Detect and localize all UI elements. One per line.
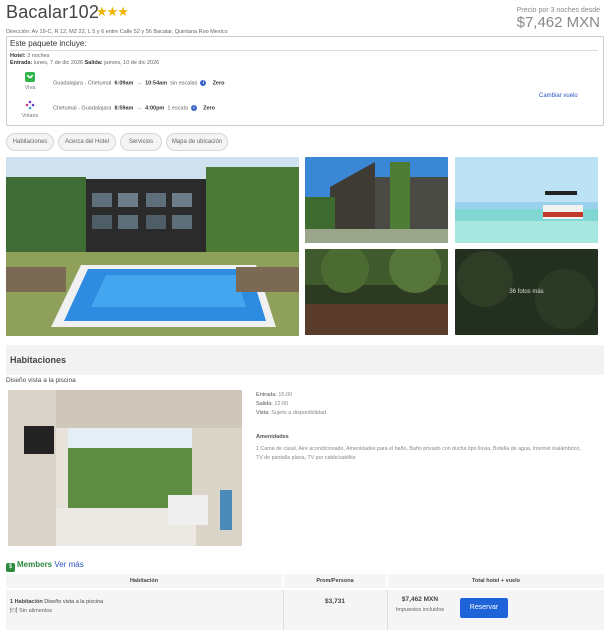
checkout-time: 12:00 xyxy=(274,401,289,407)
view-label: Vista: xyxy=(256,410,270,416)
viva-logo-icon xyxy=(25,72,35,82)
checkout-label: Salida: xyxy=(84,60,103,66)
flight-return: Chetumal - Guadalajara 8:59am → 4:00pm 1… xyxy=(53,105,215,111)
price-caption: Precio por 3 noches desde xyxy=(516,7,600,14)
photo-building[interactable] xyxy=(305,157,448,243)
building-photo xyxy=(305,157,448,243)
checkin-date: lunes, 7 de dic 2026 xyxy=(33,60,84,66)
fare-type: Zero xyxy=(203,105,215,112)
checkin-label: Entrada: xyxy=(256,392,277,398)
photo-garden[interactable] xyxy=(305,249,448,335)
room-photo-image xyxy=(8,390,242,546)
flight-stops: sin escalas xyxy=(170,80,198,87)
tab-mapa-de-ubicacion[interactable]: Mapa de ubicación xyxy=(166,133,228,151)
star-rating: ★★★ xyxy=(96,4,129,19)
price-from: $7,462 MXN xyxy=(516,14,600,31)
airline-volaris: Volaris xyxy=(17,99,43,119)
price-per-person: $3,731 xyxy=(325,598,345,605)
more-photos-label: 36 fotos más xyxy=(509,289,544,295)
flight-outbound: Guadalajara - Chetumal 6:09am → 10:54am … xyxy=(53,80,224,86)
divider xyxy=(10,50,598,51)
room-view-line: Vista: Sujeto a disponibilidad xyxy=(256,410,326,416)
tab-acerca-del-hotel[interactable]: Acerca del Hotel xyxy=(58,133,116,151)
checkin-label: Entrada: xyxy=(10,60,33,66)
checkin-time: 15:00 xyxy=(278,392,293,398)
members-label: Members xyxy=(17,560,53,569)
flight-arrive: 4:00pm xyxy=(145,105,165,112)
flight-route: Guadalajara - Chetumal xyxy=(53,80,112,87)
flight-arrow: → xyxy=(136,105,143,112)
package-summary: Este paquete incluye: Hotel: 3 noches En… xyxy=(6,36,604,126)
reserve-button[interactable]: Reservar xyxy=(460,598,508,618)
photo-more[interactable]: 36 fotos más xyxy=(455,249,598,335)
members-icon: $ xyxy=(6,563,15,572)
flight-arrow: → xyxy=(136,80,143,87)
column-header-per-person: Prom/Persona xyxy=(284,574,386,588)
amenities-title: Amenidades xyxy=(256,434,289,440)
rates-table: Habitación Prom/Persona Total hotel + vu… xyxy=(6,574,604,632)
section-title: Habitaciones xyxy=(10,355,67,365)
tab-servicios[interactable]: Servicios xyxy=(120,133,162,151)
lagoon-photo xyxy=(455,157,598,243)
hotel-nights-value: 3 noches xyxy=(27,53,50,59)
flight-route: Chetumal - Guadalajara xyxy=(53,105,112,112)
photo-main-pool[interactable] xyxy=(6,157,299,336)
room-photo[interactable] xyxy=(8,390,242,546)
airline-name: Volaris xyxy=(21,113,39,119)
airline-viva: Viva xyxy=(17,71,43,91)
hotel-nights-label: Hotel: xyxy=(10,53,26,59)
column-header-room: Habitación xyxy=(6,574,282,588)
room-type: Diseño vista a la piscina xyxy=(44,599,104,605)
flight-stops: 1 escala xyxy=(167,105,188,112)
package-title: Este paquete incluye: xyxy=(10,39,87,48)
tab-habitaciones[interactable]: Habitaciones xyxy=(6,133,54,151)
fare-type: Zero xyxy=(212,80,225,87)
hotel-address: Dirección: Av 19-C, R 12, MZ 22, L 5 y 6… xyxy=(6,29,228,35)
members-see-more-link[interactable]: Ver más xyxy=(54,560,83,569)
meal-plan-icon: 🍽 xyxy=(10,608,18,614)
change-flight-link[interactable]: Cambiar vuelo xyxy=(539,93,578,99)
flight-depart: 8:59am xyxy=(114,105,134,112)
meal-plan: Sin alimentos xyxy=(19,608,53,614)
room-count: 1 Habitación xyxy=(10,599,43,605)
flight-arrive: 10:54am xyxy=(145,80,168,87)
meal-plan-line: 🍽 Sin alimentos xyxy=(10,607,52,614)
pool-photo xyxy=(6,157,299,336)
room-checkout-line: Salida: 12:00 xyxy=(256,401,288,407)
checkout-date: jueves, 10 de dic 2026 xyxy=(104,60,160,66)
rate-room-line: 1 Habitación Diseño vista a la piscina xyxy=(10,599,103,605)
table-row xyxy=(6,590,604,630)
package-hotel-line: Hotel: 3 noches xyxy=(10,53,49,59)
divider xyxy=(283,590,284,630)
amenities-list: 1 Cama de casal, Aire acondicionado, Ame… xyxy=(256,446,581,461)
info-icon[interactable]: i xyxy=(200,80,207,86)
garden-photo xyxy=(305,249,448,335)
hotel-header: Bacalar102 ★★★ Dirección: Av 19-C, R 12,… xyxy=(6,2,604,35)
taxes-note: Impuestos incluidos xyxy=(395,607,445,613)
flight-depart: 6:09am xyxy=(114,80,134,87)
package-dates-line: Entrada: lunes, 7 de dic 2026 Salida: ju… xyxy=(10,60,159,66)
info-icon[interactable]: i xyxy=(190,105,197,111)
view-value: Sujeto a disponibilidad xyxy=(271,410,327,416)
rooms-section-header: Habitaciones xyxy=(6,345,604,375)
airline-name: Viva xyxy=(24,85,36,91)
total-price: $7,462 MXN xyxy=(401,596,439,603)
members-banner: $ Members Ver más xyxy=(6,560,84,572)
room-checkin-line: Entrada: 15:00 xyxy=(256,392,292,398)
room-name: Diseño vista a la piscina xyxy=(6,377,76,384)
hotel-name: Bacalar102 xyxy=(6,2,100,22)
volaris-logo-icon xyxy=(25,100,35,110)
checkout-label: Salida: xyxy=(256,401,273,407)
column-header-total: Total hotel + vuelo xyxy=(388,574,604,588)
photo-lagoon-boat[interactable] xyxy=(455,157,598,243)
